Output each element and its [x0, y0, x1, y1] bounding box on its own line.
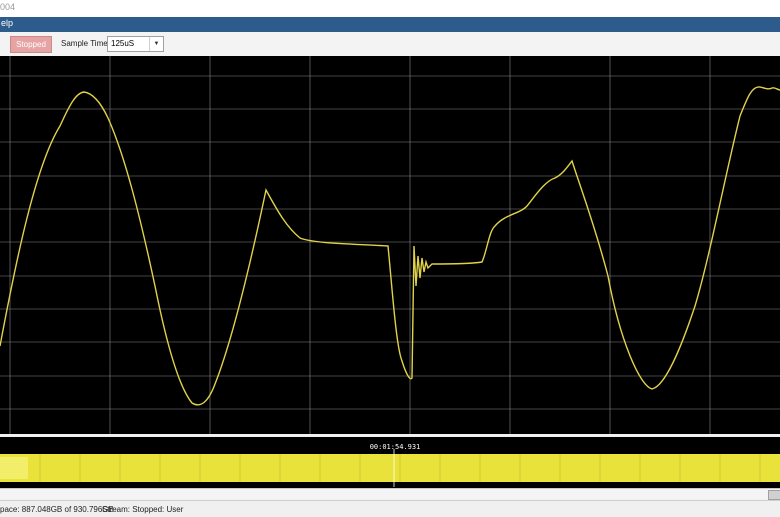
scope-grid — [0, 56, 780, 434]
timeline-timestamp: 00:01:54.931 — [369, 443, 421, 451]
sample-time-value: 125uS — [111, 39, 135, 48]
status-bar: pace: 887.048GB of 930.796GB Stream: Sto… — [0, 500, 780, 517]
chevron-down-icon[interactable]: ▼ — [149, 37, 163, 51]
sample-time-select[interactable]: 125uS ▼ — [107, 36, 164, 52]
sample-time-label: Sample Time: — [61, 39, 110, 48]
window-title: 004 — [0, 2, 16, 12]
toolbar: Stopped Sample Time: 125uS ▼ — [0, 32, 780, 57]
menu-bar: elp — [0, 17, 780, 32]
scrollbar-thumb[interactable] — [768, 490, 780, 500]
window-title-bar: 004 — [0, 0, 780, 18]
oscilloscope-plot — [0, 56, 780, 434]
status-stream: Stream: Stopped: User — [102, 505, 184, 514]
timeline-scrollbar[interactable] — [0, 488, 780, 500]
signal-trace — [0, 86, 780, 406]
menu-item-help[interactable]: elp — [1, 18, 13, 28]
oscilloscope-display[interactable] — [0, 56, 780, 434]
stopped-button[interactable]: Stopped — [10, 36, 52, 53]
status-disk-space: pace: 887.048GB of 930.796GB — [0, 505, 114, 514]
